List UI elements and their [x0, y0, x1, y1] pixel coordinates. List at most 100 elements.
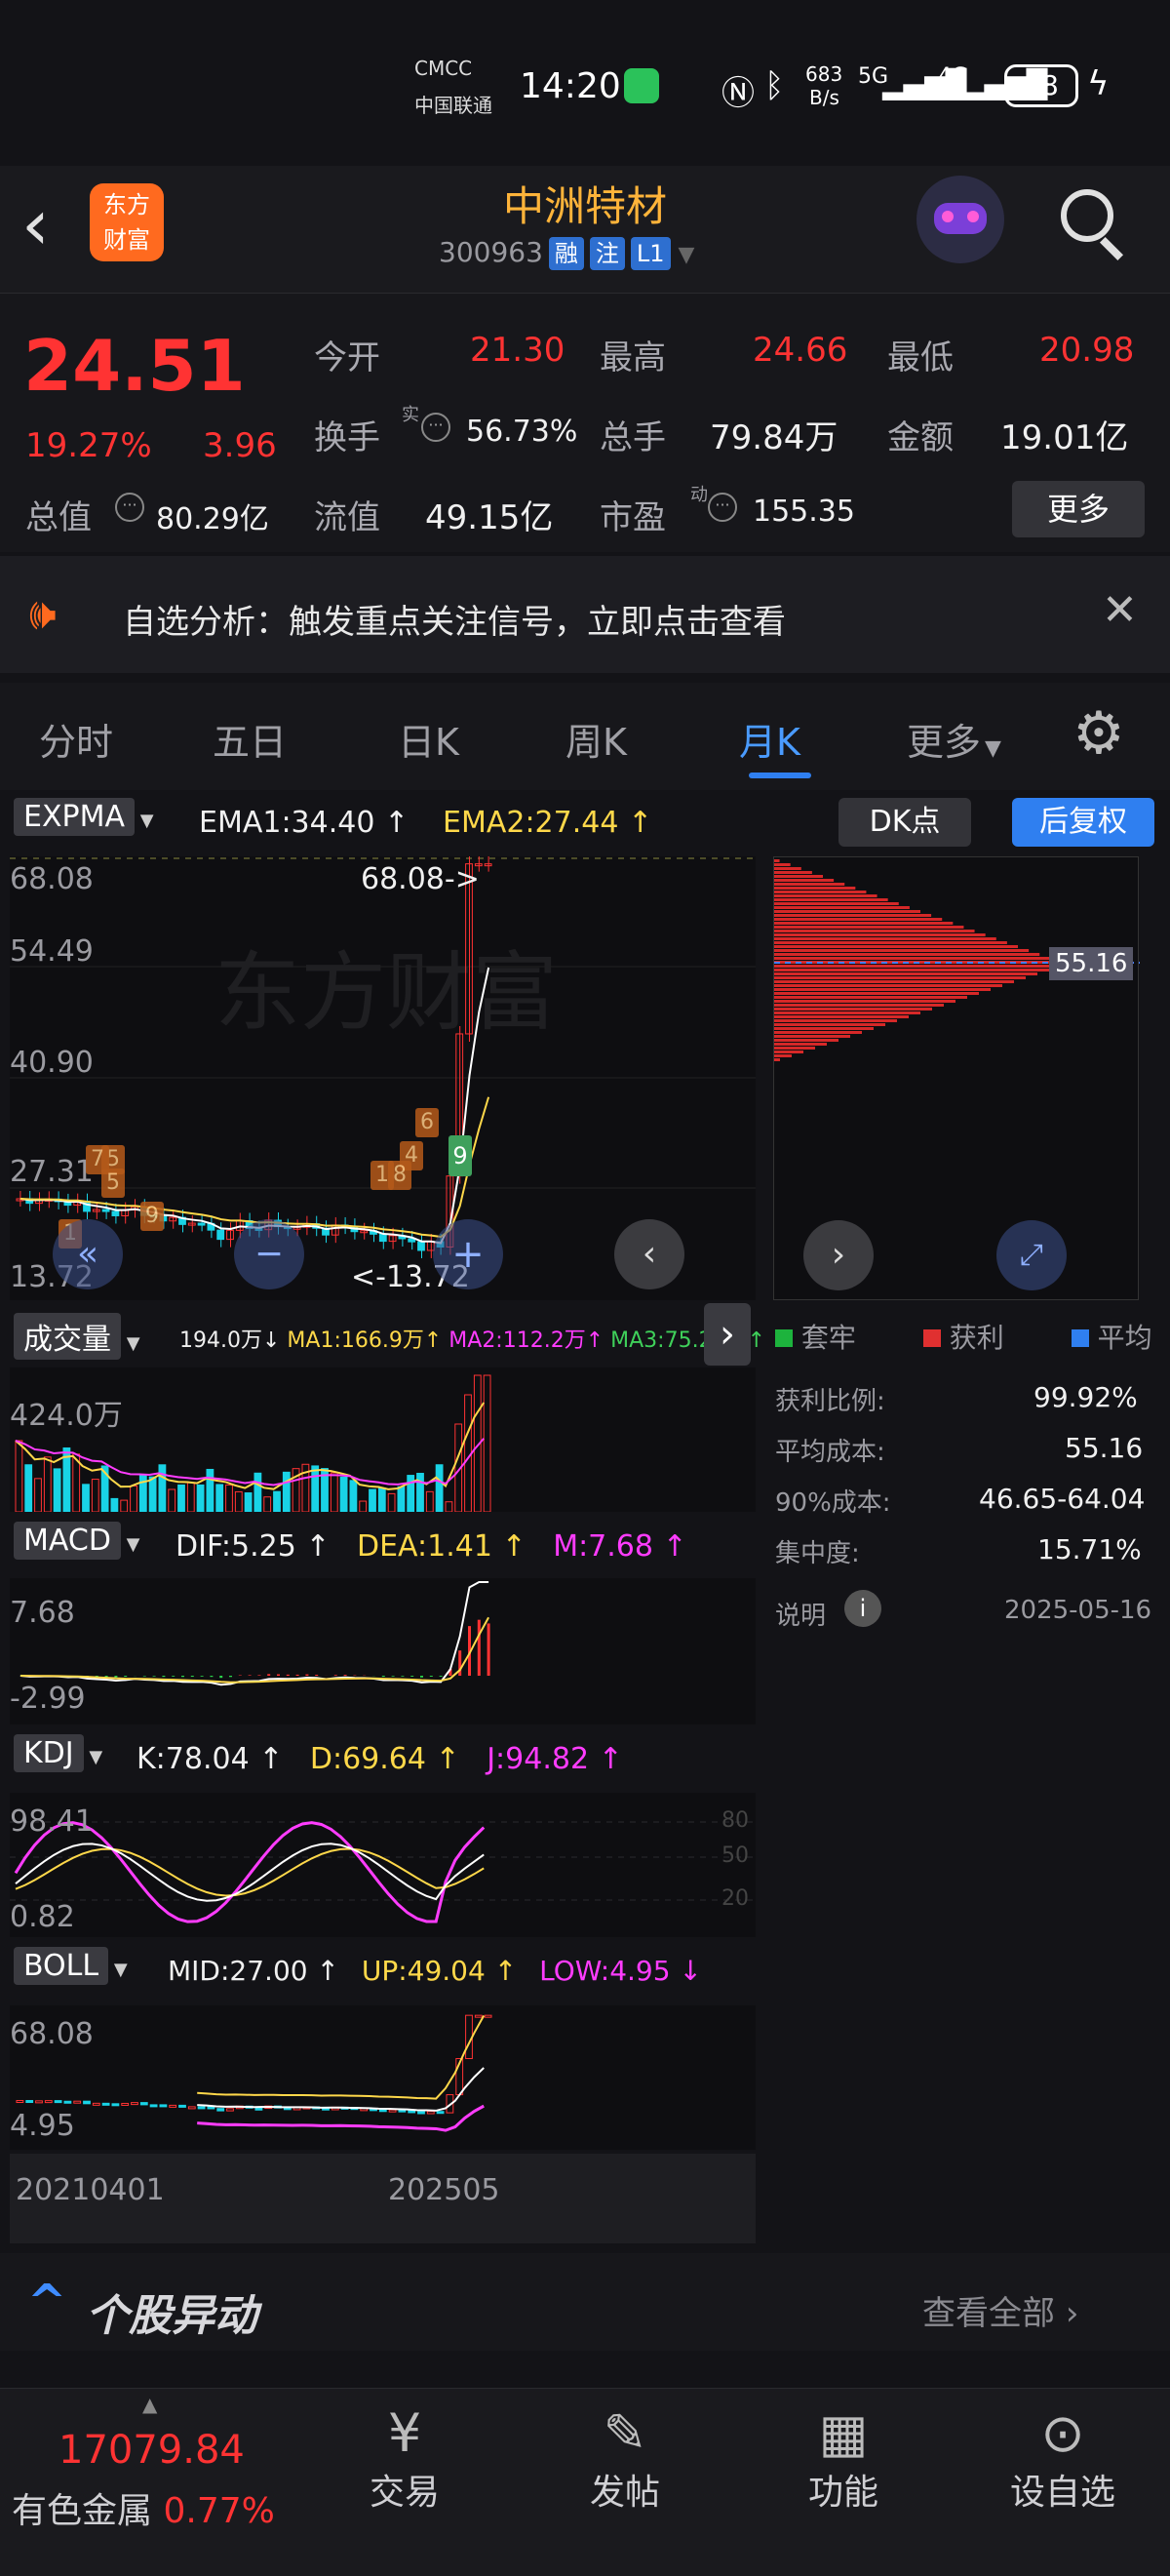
index-name: 有色金属: [12, 2491, 153, 2531]
nav-function[interactable]: ▦ 功能: [780, 2402, 907, 2515]
next-icon[interactable]: ›: [803, 1220, 874, 1290]
zoom-out-icon[interactable]: −: [234, 1219, 304, 1289]
chip-bar: [774, 1019, 897, 1022]
chevron-down-icon[interactable]: ▼: [679, 243, 695, 267]
charging-icon: ϟ: [1087, 64, 1110, 103]
speaker-icon: 🕪: [29, 589, 57, 639]
chip-bar: [774, 1011, 920, 1014]
robot-assistant-icon[interactable]: [916, 176, 1004, 263]
boll-panel[interactable]: 68.08 4.95: [10, 2005, 756, 2150]
search-icon[interactable]: [1061, 189, 1113, 242]
expand-icon[interactable]: ⤢: [996, 1220, 1067, 1290]
gear-icon[interactable]: ⚙: [1072, 704, 1125, 763]
chip-bar: [774, 926, 964, 929]
volume-bar: [330, 1472, 338, 1513]
tab-daily-k[interactable]: 日K: [398, 712, 459, 766]
nav-trade[interactable]: ¥ 交易: [341, 2402, 468, 2515]
boll-candle: [111, 2103, 120, 2107]
view-all-link[interactable]: 查看全部 ›: [922, 2286, 1078, 2334]
y-label-4: 27.31: [10, 1155, 94, 1189]
nav-add-watchlist[interactable]: ⊙ 设自选: [994, 2402, 1131, 2515]
tab-weekly-k[interactable]: 周K: [566, 712, 627, 766]
boll-candle: [44, 2100, 53, 2104]
signal-marker: 6: [415, 1108, 439, 1137]
bluetooth-icon: ᛒ: [764, 66, 785, 105]
chip-bar: [774, 1047, 815, 1050]
expma-label: EXPMA: [14, 798, 136, 836]
volume-panel[interactable]: 424.0万: [10, 1367, 756, 1513]
section-title: 个股异动: [86, 2291, 257, 2341]
chip-bar: [774, 1039, 838, 1042]
zoom-in-icon[interactable]: +: [433, 1219, 503, 1289]
expand-panel-icon[interactable]: ›: [704, 1303, 751, 1366]
boll-candle: [426, 2111, 435, 2115]
macd-panel[interactable]: 7.68 -2.99: [10, 1578, 756, 1724]
candle-body: [216, 1229, 225, 1241]
boll-selector-label: BOLL: [14, 1947, 109, 1985]
stock-movement-section: ^ 个股异动 查看全部 ›: [0, 2253, 1170, 2351]
volume-bar: [206, 1468, 214, 1513]
candle-body: [111, 1210, 120, 1216]
volume-bar: [369, 1488, 376, 1513]
collapse-icon[interactable]: ^: [27, 2275, 66, 2329]
chevron-right-icon: ›: [1065, 2294, 1079, 2333]
index-value[interactable]: 17079.84: [58, 2428, 245, 2473]
banner-text: 自选分析：触发重点关注信号，立即点击查看: [123, 603, 786, 642]
macd-bars: [28, 1619, 490, 1679]
expma-selector[interactable]: EXPMA ▼: [14, 798, 154, 836]
pe-value: 155.35: [753, 495, 855, 529]
chip-distribution-panel[interactable]: 55.16 › ⤢: [773, 856, 1140, 1300]
scroll-left-icon[interactable]: «: [53, 1219, 123, 1289]
macd-selector[interactable]: MACD ▼: [14, 1522, 140, 1560]
boll-selector[interactable]: BOLL ▼: [14, 1947, 128, 1985]
concentration-label: 集中度:: [775, 1539, 860, 1568]
analysis-banner[interactable]: 🕪 自选分析：触发重点关注信号，立即点击查看 ✕: [0, 556, 1170, 673]
volume-bar: [377, 1487, 386, 1513]
tab-five-day[interactable]: 五日: [213, 712, 287, 766]
last-price: 24.51: [23, 325, 246, 407]
prev-icon[interactable]: ‹: [614, 1219, 684, 1289]
boll-low: LOW:4.95 ↓: [539, 1955, 702, 1987]
volume-current: 194.0万↓: [179, 1328, 281, 1353]
tag-l1: L1: [630, 237, 671, 270]
volume-bar: [445, 1501, 453, 1513]
volume-bar: [43, 1456, 52, 1513]
concentration-value: 15.71%: [1037, 1533, 1142, 1565]
chip-bar: [774, 969, 1049, 971]
chip-bar: [774, 937, 996, 940]
more-info-icon[interactable]: ···: [115, 493, 144, 522]
kdj-selector[interactable]: KDJ ▼: [14, 1734, 102, 1772]
x-axis-end: 202505: [388, 2173, 500, 2207]
boll-candle: [54, 2100, 62, 2104]
boll-svg: [16, 2014, 492, 2132]
more-info-icon[interactable]: ···: [421, 413, 450, 442]
adjust-button[interactable]: 后复权: [1012, 798, 1154, 847]
more-button[interactable]: 更多: [1012, 481, 1145, 537]
volume-bar: [91, 1479, 99, 1513]
volume-bar: [435, 1464, 444, 1513]
boll-candle: [73, 2100, 82, 2104]
tab-intraday[interactable]: 分时: [39, 712, 113, 766]
kdj-level-80: 80: [722, 1808, 749, 1833]
volume-selector[interactable]: 成交量 ▼: [14, 1313, 140, 1360]
index-row[interactable]: 有色金属 0.77%: [12, 2482, 275, 2533]
more-info-icon[interactable]: ···: [708, 493, 737, 522]
kline-panel[interactable]: 东方财富 68.08 54.49 40.90 27.31 13.72 68.08…: [10, 855, 756, 1300]
nav-post[interactable]: ✎ 发帖: [562, 2402, 688, 2515]
legend-swatch-trapped: [775, 1329, 793, 1347]
kdj-panel[interactable]: 98.41 0.82 80 50 20: [10, 1793, 756, 1937]
edit-icon: ✎: [603, 2402, 647, 2464]
chip-bar: [774, 910, 920, 913]
boll-candle: [139, 2102, 148, 2106]
volume-bar: [263, 1496, 272, 1513]
tab-monthly-k[interactable]: 月K: [739, 712, 800, 766]
volume-bar: [225, 1484, 233, 1513]
tab-more[interactable]: 更多 ▼: [907, 712, 1001, 766]
kdj-y-top: 98.41: [10, 1804, 94, 1839]
caret-down-icon: ▼: [83, 1747, 103, 1767]
boll-up: UP:49.04 ↑: [361, 1955, 518, 1987]
chip-bar: [774, 859, 780, 862]
dk-point-button[interactable]: DK点: [838, 798, 971, 847]
close-icon[interactable]: ✕: [1102, 585, 1138, 635]
info-icon[interactable]: i: [844, 1590, 881, 1627]
